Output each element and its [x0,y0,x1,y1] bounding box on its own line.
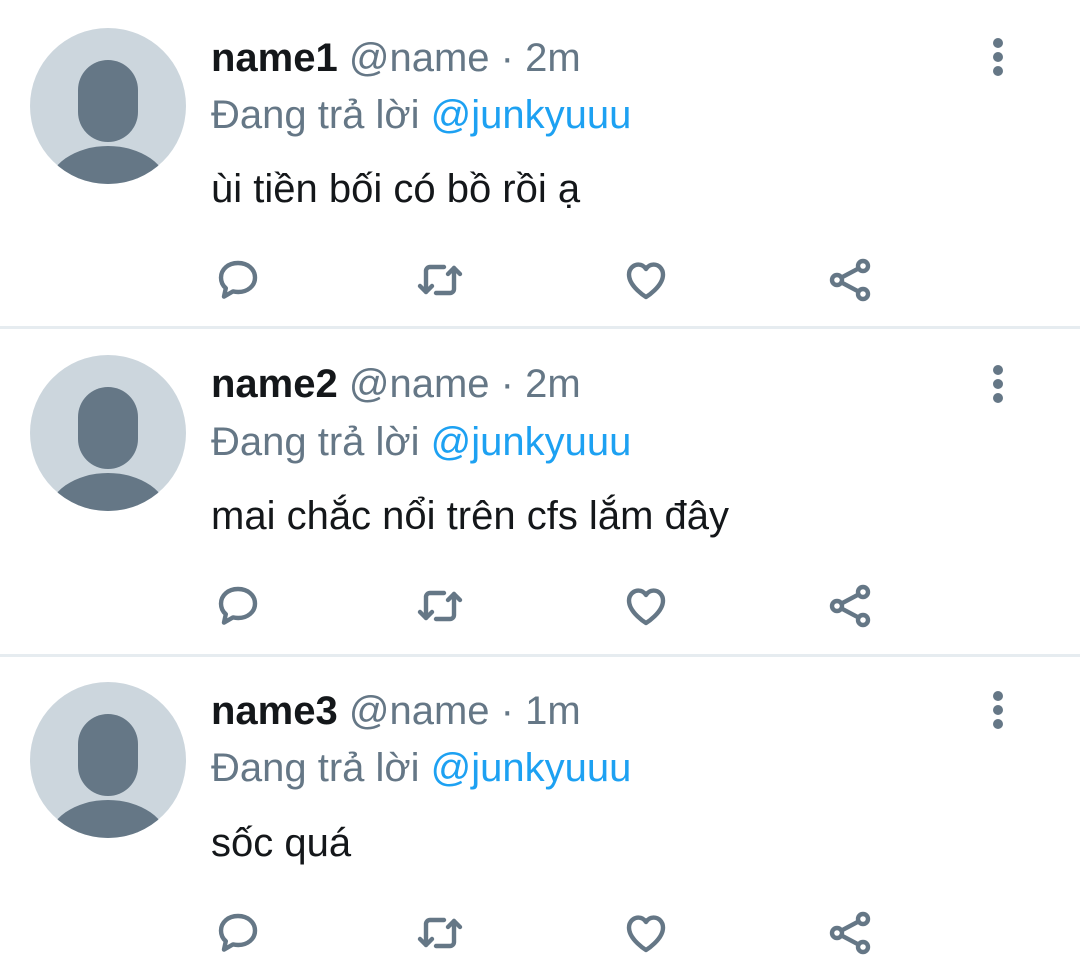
heart-icon [626,588,666,626]
replying-to-label: Đang trả lời [211,93,420,137]
reply-feed: name1 @name · 2m Đang trả lời @junkyuuu … [0,0,1080,977]
display-name[interactable]: name3 [211,689,338,733]
retweet-button[interactable] [412,905,468,961]
user-handle[interactable]: @name [349,362,490,406]
retweet-icon [417,917,463,949]
user-handle[interactable]: @name [349,689,490,733]
retweet-button[interactable] [412,252,468,308]
default-avatar-icon [48,714,168,838]
display-name[interactable]: name1 [211,36,338,80]
more-options-button[interactable] [980,359,1016,409]
avatar[interactable] [30,682,186,838]
tweet-header: name1 @name · 2m [211,30,581,86]
replying-to-line: Đang trả lời @junkyuuu [211,740,631,796]
separator-dot: · [500,689,514,733]
like-button[interactable] [618,252,674,308]
more-vertical-icon [993,365,1003,403]
share-button[interactable] [822,578,878,634]
retweet-button[interactable] [412,578,468,634]
more-vertical-icon [993,38,1003,76]
user-handle[interactable]: @name [349,36,490,80]
reply-icon [218,586,258,625]
tweet-header: name2 @name · 2m [211,356,581,412]
avatar[interactable] [30,355,186,511]
reply-icon [218,260,258,299]
share-icon [829,584,871,628]
retweet-icon [417,590,463,622]
more-options-button[interactable] [980,32,1016,82]
more-vertical-icon [993,691,1003,729]
replying-to-line: Đang trả lời @junkyuuu [211,414,631,470]
tweet-text: mai chắc nổi trên cfs lắm đây [211,494,729,538]
tweet-item[interactable]: name3 @name · 1m Đang trả lời @junkyuuu … [0,657,1080,977]
reply-mention-link[interactable]: @junkyuuu [431,93,632,137]
timestamp[interactable]: 1m [525,689,581,733]
share-icon [829,258,871,302]
tweet-header: name3 @name · 1m [211,683,581,739]
like-button[interactable] [618,578,674,634]
default-avatar-icon [48,387,168,511]
avatar[interactable] [30,28,186,184]
replying-to-line: Đang trả lời @junkyuuu [211,87,631,143]
replying-to-label: Đang trả lời [211,420,420,464]
display-name[interactable]: name2 [211,362,338,406]
default-avatar-icon [48,60,168,184]
like-button[interactable] [618,905,674,961]
timestamp[interactable]: 2m [525,362,581,406]
retweet-icon [417,264,463,296]
tweet-text: sốc quá [211,821,352,865]
tweet-text: ùi tiền bối có bồ rồi ạ [211,167,581,211]
share-icon [829,911,871,955]
reply-icon [218,913,258,952]
reply-mention-link[interactable]: @junkyuuu [431,420,632,464]
heart-icon [626,262,666,300]
share-button[interactable] [822,905,878,961]
reply-button[interactable] [210,578,266,634]
more-options-button[interactable] [980,685,1016,735]
tweet-item[interactable]: name2 @name · 2m Đang trả lời @junkyuuu … [0,329,1080,654]
tweet-item[interactable]: name1 @name · 2m Đang trả lời @junkyuuu … [0,0,1080,327]
share-button[interactable] [822,252,878,308]
timestamp[interactable]: 2m [525,36,581,80]
separator-dot: · [500,36,514,80]
reply-button[interactable] [210,252,266,308]
separator-dot: · [500,362,514,406]
replying-to-label: Đang trả lời [211,746,420,790]
reply-mention-link[interactable]: @junkyuuu [431,746,632,790]
reply-button[interactable] [210,905,266,961]
heart-icon [626,915,666,953]
